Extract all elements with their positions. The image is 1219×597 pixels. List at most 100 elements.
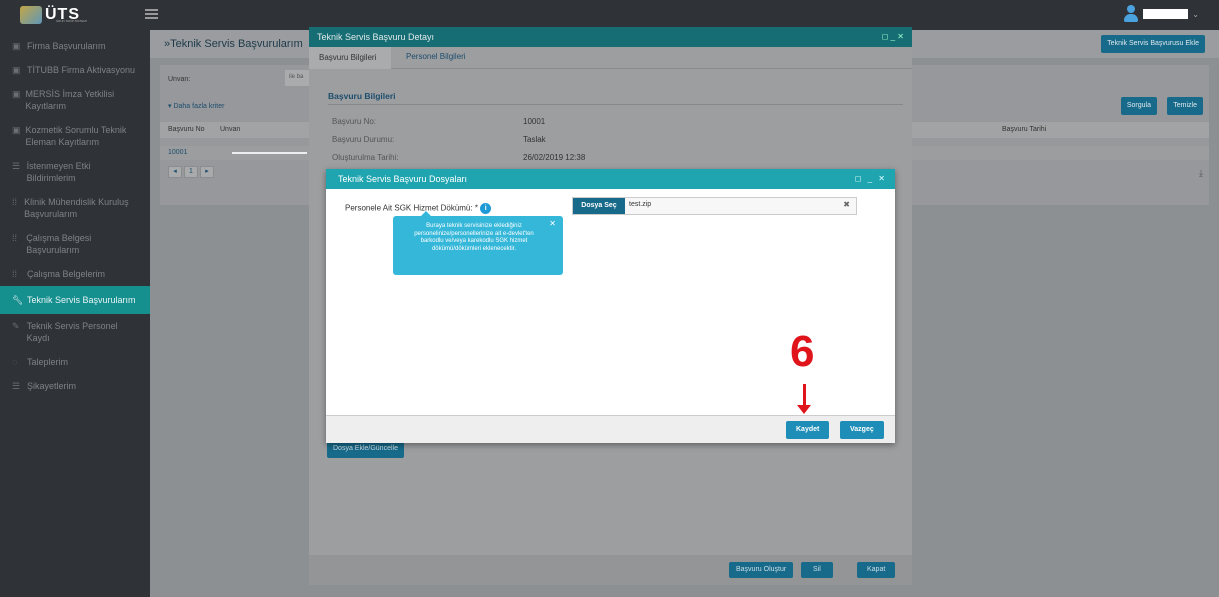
cell-basvuru-no[interactable]: 10001 bbox=[168, 149, 187, 156]
clear-file-icon[interactable]: ✖ bbox=[843, 200, 850, 209]
sidebar-item-mersis[interactable]: ▣ MERSİS İmza Yetkilisi Kayıtlarım bbox=[0, 82, 150, 118]
sidebar-item-taleplerim[interactable]: ◌ Taleplerim bbox=[0, 350, 150, 374]
tooltip-text: Buraya teknik servisinize eklediğiniz pe… bbox=[414, 223, 534, 252]
tab-basvuru-bilgileri[interactable]: Başvuru Bilgileri bbox=[309, 47, 391, 69]
add-application-button[interactable]: Teknik Servis Başvurusu Ekle bbox=[1101, 35, 1205, 53]
column-header-basvuru-no[interactable]: Başvuru No bbox=[168, 126, 205, 133]
detail-tabs: Başvuru Bilgileri Personel Bilgileri bbox=[309, 47, 912, 69]
pencil-icon: ✎ bbox=[12, 321, 20, 331]
section-divider bbox=[328, 104, 903, 105]
sidebar-item-firma-basvurularim[interactable]: ▣ Firma Başvurularım bbox=[0, 34, 150, 58]
user-icon bbox=[1123, 5, 1139, 23]
user-name-redacted bbox=[1143, 9, 1189, 19]
sidebar-item-teknik-servis-personel[interactable]: ✎ Teknik Servis Personel Kaydı bbox=[0, 314, 150, 350]
sgk-field-label-text: Personele Ait SGK Hizmet Dökümü: * bbox=[345, 203, 478, 213]
field-label-basvuru-no: Başvuru No: bbox=[332, 117, 377, 126]
sidebar-item-label: Klinik Mühendislik Kuruluş Başvurularım bbox=[24, 197, 129, 219]
field-value-basvuru-durumu: Taslak bbox=[523, 135, 546, 144]
top-bar: ÜTS ÜRÜN TAKİP SİSTEMİ ⌄ bbox=[0, 0, 1219, 30]
field-label-basvuru-durumu: Başvuru Durumu: bbox=[332, 135, 395, 144]
grid-icon: ⁞⁞ bbox=[12, 233, 18, 243]
sidebar-item-istenmeyen-etki[interactable]: ☰ İstenmeyen Etki Bildirimlerim bbox=[0, 154, 150, 190]
window-controls-icon[interactable]: ◻ _ ✕ bbox=[855, 169, 887, 189]
sidebar-item-label: TİTUBB Firma Aktivasyonu bbox=[27, 65, 136, 75]
sidebar-item-label: Taleplerim bbox=[27, 357, 69, 367]
more-criteria-label: Daha fazla kriter bbox=[173, 103, 225, 110]
sgk-field-label: Personele Ait SGK Hizmet Dökümü: * i bbox=[345, 203, 492, 214]
more-criteria-toggle[interactable]: ▾ Daha fazla kriter bbox=[168, 102, 224, 110]
files-modal-footer: Kaydet Vazgeç bbox=[326, 415, 895, 443]
save-button[interactable]: Kaydet bbox=[786, 421, 830, 439]
field-label-olusturulma-tarihi: Oluşturulma Tarihi: bbox=[332, 153, 399, 162]
create-application-button[interactable]: Başvuru Oluştur bbox=[729, 562, 794, 578]
menu-toggle-icon[interactable] bbox=[145, 9, 158, 19]
field-value-basvuru-no: 10001 bbox=[523, 117, 546, 126]
column-header-unvan[interactable]: Unvan bbox=[220, 126, 240, 133]
doc-icon: ▣ bbox=[12, 125, 21, 135]
sidebar-item-sikayetlerim[interactable]: ☰ Şikayetlerim bbox=[0, 374, 150, 398]
files-modal-title: Teknik Servis Başvuru Dosyaları bbox=[338, 174, 468, 184]
tab-personel-bilgileri[interactable]: Personel Bilgileri bbox=[406, 52, 466, 61]
pager-next-button[interactable]: ▸ bbox=[200, 166, 214, 178]
list-icon: ☰ bbox=[12, 161, 21, 171]
sidebar: ▣ Firma Başvurularım ▣ TİTUBB Firma Aktiva… bbox=[0, 30, 150, 597]
section-title: Başvuru Bilgileri bbox=[328, 91, 396, 101]
sidebar-item-teknik-servis-basvurularim[interactable]: 🔧︎ Teknik Servis Başvurularım bbox=[0, 286, 150, 314]
info-tooltip: Buraya teknik servisinize eklediğiniz pe… bbox=[393, 211, 563, 275]
chevron-down-icon: ⌄ bbox=[1192, 9, 1199, 19]
field-value-olusturulma-tarihi: 26/02/2019 12:38 bbox=[523, 153, 586, 162]
clear-button[interactable]: Temizle bbox=[1167, 97, 1203, 115]
step-number-annotation: 6 bbox=[790, 327, 815, 376]
files-modal: Teknik Servis Başvuru Dosyaları ◻ _ ✕ Pe… bbox=[326, 169, 895, 443]
sidebar-item-label: İstenmeyen Etki Bildirimlerim bbox=[26, 161, 91, 183]
sidebar-item-label: MERSİS İmza Yetkilisi Kayıtlarım bbox=[25, 89, 115, 111]
logo-mark-icon bbox=[20, 6, 42, 24]
pager-page-current[interactable]: 1 bbox=[184, 166, 198, 178]
doc-icon: ▣ bbox=[12, 41, 21, 51]
sidebar-item-label: Çalışma Belgelerim bbox=[27, 269, 106, 279]
file-input[interactable]: Dosya Seç test.zip ✖ bbox=[572, 197, 857, 215]
sidebar-item-label: Teknik Servis Başvurularım bbox=[27, 295, 136, 305]
choose-file-button[interactable]: Dosya Seç bbox=[573, 198, 625, 214]
sidebar-item-label: Şikayetlerim bbox=[27, 381, 77, 391]
unvan-label: Unvan: bbox=[168, 76, 191, 83]
info-icon[interactable]: i bbox=[480, 203, 492, 214]
detail-modal-header: Teknik Servis Başvuru Detayı ◻ _ ✕ bbox=[309, 27, 912, 47]
window-controls-icon[interactable]: ◻ _ ✕ bbox=[882, 27, 904, 47]
detail-modal-footer: Başvuru Oluştur Sil Kapat bbox=[309, 555, 912, 585]
sidebar-item-label: Kozmetik Sorumlu Teknik Eleman Kayıtları… bbox=[25, 125, 127, 147]
user-menu[interactable]: ⌄ bbox=[1123, 5, 1199, 23]
close-button[interactable]: Kapat bbox=[857, 562, 896, 578]
column-header-basvuru-tarihi[interactable]: Başvuru Tarihi bbox=[1002, 126, 1046, 133]
sidebar-item-label: Firma Başvurularım bbox=[27, 41, 106, 51]
sidebar-item-klinik-muhendislik[interactable]: ⁞⁞ Klinik Mühendislik Kuruluş Başvuruları… bbox=[0, 190, 150, 226]
pager: ◂ 1 ▸ bbox=[168, 166, 214, 178]
logo-subtitle: ÜRÜN TAKİP SİSTEMİ bbox=[56, 19, 87, 23]
sidebar-item-calisma-belgelerim[interactable]: ⁞⁞ Çalışma Belgelerim bbox=[0, 262, 150, 286]
download-icon[interactable]: ⤓ bbox=[1199, 168, 1203, 179]
sidebar-item-titubb[interactable]: ▣ TİTUBB Firma Aktivasyonu bbox=[0, 58, 150, 82]
cell-unvan-redacted bbox=[232, 152, 307, 154]
sidebar-item-label: Teknik Servis Personel Kaydı bbox=[26, 321, 118, 343]
arrow-down-icon bbox=[797, 384, 811, 414]
cancel-button[interactable]: Vazgeç bbox=[840, 421, 884, 439]
grid-icon: ⁞⁞ bbox=[12, 197, 18, 207]
chat-icon: ◌ bbox=[12, 357, 18, 367]
detail-modal-title: Teknik Servis Başvuru Detayı bbox=[317, 32, 435, 42]
sidebar-item-calisma-belgesi-basvuru[interactable]: ⁞⁞ Çalışma Belgesi Başvurularım bbox=[0, 226, 150, 262]
files-modal-body: Personele Ait SGK Hizmet Dökümü: * i Bur… bbox=[326, 189, 895, 415]
doc-icon: ▣ bbox=[12, 65, 21, 75]
file-name: test.zip bbox=[629, 201, 652, 208]
close-icon[interactable]: ✕ bbox=[549, 220, 556, 228]
sidebar-item-label: Çalışma Belgesi Başvurularım bbox=[26, 233, 92, 255]
uts-logo[interactable]: ÜTS ÜRÜN TAKİP SİSTEMİ bbox=[20, 3, 140, 27]
pager-prev-button[interactable]: ◂ bbox=[168, 166, 182, 178]
search-button[interactable]: Sorgula bbox=[1120, 97, 1157, 115]
page-title: »Teknik Servis Başvurularım bbox=[164, 38, 303, 50]
delete-button[interactable]: Sil bbox=[801, 562, 833, 578]
sidebar-item-kozmetik[interactable]: ▣ Kozmetik Sorumlu Teknik Eleman Kayıtlar… bbox=[0, 118, 150, 154]
grid-icon: ⁞⁞ bbox=[12, 269, 18, 279]
files-modal-header: Teknik Servis Başvuru Dosyaları ◻ _ ✕ bbox=[326, 169, 895, 189]
list-icon: ☰ bbox=[12, 381, 21, 391]
wrench-icon: 🔧︎ bbox=[12, 295, 24, 305]
